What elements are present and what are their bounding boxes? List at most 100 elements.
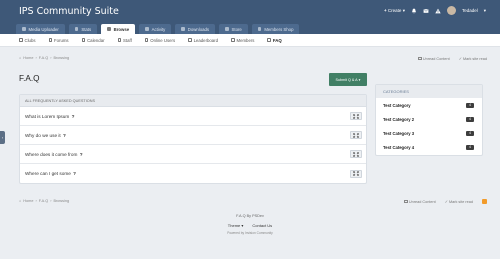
faq-question[interactable]: Why do we use it ? (25, 133, 66, 138)
faq-header: ALL FREQUENTLY ASKED QUESTIONS (20, 95, 366, 107)
category-item[interactable]: Test Category 2 4 (376, 112, 482, 126)
submit-qa-button[interactable]: Submit Q & A ▾ (329, 73, 367, 86)
unread-content-link[interactable]: Unread Content (418, 56, 450, 61)
question-mark: ? (73, 171, 77, 176)
breadcrumb-home[interactable]: Home (23, 56, 33, 60)
nav-tab-label: Browse (113, 26, 130, 32)
breadcrumb-current: Browsing (53, 56, 70, 60)
mark-read-label: Mark site read (462, 57, 487, 61)
faq-question-text: Where does it come from (25, 151, 78, 157)
faq-row[interactable]: What is Lorem Ipsum ? (20, 107, 366, 126)
faq-question-text: What is Lorem Ipsum (25, 113, 70, 119)
unread-content-link[interactable]: Unread Content (404, 200, 436, 204)
nav-tab-icon (181, 27, 185, 31)
subnav-item-icon (117, 38, 122, 42)
subnav-item-icon (144, 38, 149, 42)
footer-page-actions: Unread Content ✓ Mark site read (404, 199, 487, 204)
powered-by[interactable]: Powered by Invision Community (0, 231, 500, 235)
faq-toggle-button[interactable] (350, 131, 362, 139)
mark-read-label: Mark site read (448, 200, 473, 204)
stack-icon (418, 56, 422, 60)
category-item[interactable]: Test Category 4 4 (376, 140, 482, 154)
chevron-right-icon: › (50, 199, 52, 203)
chevron-right-icon: › (35, 56, 37, 60)
nav-tab-icon (257, 27, 262, 31)
category-name[interactable]: Test Category 2 (383, 117, 414, 122)
check-icon: ✓ (458, 57, 462, 61)
subnav-item[interactable]: Leaderboard (188, 38, 218, 43)
nav-tab[interactable]: Stats (68, 24, 98, 34)
mail-icon[interactable] (423, 8, 429, 14)
breadcrumb-section[interactable]: F.A.Q (39, 56, 49, 60)
faq-row[interactable]: Where can I get some ? (20, 164, 366, 183)
category-name[interactable]: Test Category 3 (383, 131, 414, 136)
faq-question-text: Where can I get some (25, 171, 71, 176)
subnav-item[interactable]: Forums (48, 37, 69, 43)
submit-qa-label: Submit Q & A (335, 77, 358, 82)
subnav-item-label: FAQ (272, 37, 282, 43)
subnav-item-label: Forums (54, 37, 69, 43)
warning-icon[interactable] (435, 8, 441, 14)
unread-label: Unread Content (422, 56, 450, 61)
category-name[interactable]: Test Category (383, 103, 411, 108)
page-title: F.A.Q (19, 74, 40, 83)
theme-menu[interactable]: Theme ▾ (228, 223, 244, 228)
faq-question[interactable]: Where can I get some ? (25, 171, 76, 176)
category-item[interactable]: Test Category 4 (376, 98, 482, 112)
subnav-item-label: Online Users (150, 37, 176, 43)
chevron-down-icon: ▾ (483, 7, 486, 13)
user-bar: + Create ▾ Tedadel ▾ (384, 6, 486, 15)
nav-tab-icon (225, 27, 229, 31)
nav-tab-label: Stats (81, 26, 92, 32)
create-menu[interactable]: + Create ▾ (384, 8, 405, 14)
username[interactable]: Tedadel (462, 8, 478, 13)
footer-breadcrumb: ⌂ Home › F.A.Q › Browsing (19, 199, 69, 203)
faq-toggle-button[interactable] (350, 112, 362, 120)
category-count-badge: 4 (466, 144, 474, 150)
expand-icon (353, 171, 359, 176)
avatar[interactable] (446, 6, 456, 15)
home-icon: ⌂ (19, 56, 22, 60)
category-item[interactable]: Test Category 3 4 (376, 126, 482, 140)
expand-icon (353, 151, 359, 157)
nav-tab[interactable]: Members Shop (251, 24, 300, 34)
nav-tab[interactable]: Media Uploader (16, 24, 65, 34)
nav-tab[interactable]: Browse (101, 24, 136, 34)
faq-question[interactable]: Where does it come from ? (25, 152, 83, 157)
faq-list: ALL FREQUENTLY ASKED QUESTIONS What is L… (19, 94, 367, 184)
faq-toggle-button[interactable] (350, 169, 362, 178)
subnav-item[interactable]: Online Users (144, 37, 176, 43)
faq-question[interactable]: What is Lorem Ipsum ? (25, 114, 74, 119)
nav-tab[interactable]: Downloads (175, 24, 216, 34)
nav-tab-label: Media Uploader (28, 26, 59, 32)
faq-credit[interactable]: F.A.Q By PSDev (0, 214, 500, 218)
chevron-right-icon: › (1, 135, 4, 140)
subnav-item-label: Staff (123, 37, 132, 43)
site-title[interactable]: IPS Community Suite (19, 6, 119, 17)
category-name[interactable]: Test Category 4 (383, 145, 414, 150)
rss-icon[interactable] (482, 199, 487, 204)
faq-toggle-button[interactable] (350, 150, 362, 158)
nav-tab-label: Activity (151, 26, 166, 32)
subnav-item[interactable]: Members (231, 38, 254, 43)
bell-icon[interactable] (411, 8, 417, 14)
subnav-item[interactable]: FAQ (267, 37, 282, 43)
subnav-item[interactable]: Staff (117, 37, 132, 43)
breadcrumb-section[interactable]: F.A.Q (39, 199, 49, 203)
subnav-item[interactable]: Calendar (81, 38, 105, 43)
breadcrumb-home[interactable]: Home (23, 199, 33, 203)
faq-row[interactable]: Why do we use it ? (20, 126, 366, 145)
faq-row[interactable]: Where does it come from ? (20, 145, 366, 164)
mark-read-link[interactable]: ✓ Mark site read (459, 56, 487, 61)
categories-widget: CATEGORIES Test Category 4 Test Category 2… (375, 84, 483, 156)
side-panel-toggle[interactable]: › (0, 131, 5, 144)
subnav-item-label: Clubs (24, 37, 36, 43)
contact-link[interactable]: Contact Us (252, 223, 272, 228)
mark-read-link[interactable]: ✓ Mark site read (445, 199, 473, 204)
subnav-item-icon (81, 38, 86, 42)
nav-tab[interactable]: Store (219, 24, 248, 34)
subnav-item[interactable]: Clubs (19, 38, 36, 43)
nav-tab[interactable]: Activity (139, 24, 172, 34)
chevron-right-icon: › (35, 199, 37, 203)
subnav-item-icon (48, 38, 52, 42)
